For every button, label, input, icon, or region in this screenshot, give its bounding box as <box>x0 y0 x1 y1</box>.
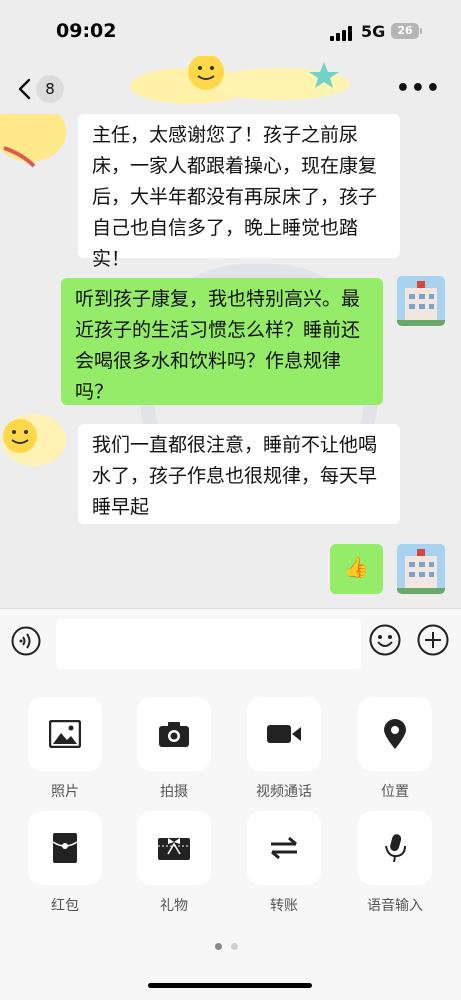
chat-area[interactable]: 主任，太感谢您了！孩子之前尿床，一家人都跟着操心，现在康复后，大半年都没有再尿床… <box>0 114 461 608</box>
my-avatar[interactable] <box>397 276 445 326</box>
panel-item-voice-input[interactable]: 语音输入 <box>340 811 450 915</box>
panel-item-label: 礼物 <box>160 898 188 914</box>
message-input[interactable] <box>56 619 361 669</box>
thumbs-up-emoji: 👍 <box>344 555 369 579</box>
message-bubble-incoming[interactable]: 我们一直都很注意，睡前不让他喝水了，孩子作息也很规律，每天早睡早起 <box>78 424 400 524</box>
panel-item-label: 转账 <box>270 898 298 914</box>
red-packet-icon <box>52 833 78 863</box>
gift-icon <box>158 838 190 860</box>
voice-input-icon <box>385 834 406 863</box>
panel-item-label: 红包 <box>51 898 79 914</box>
home-indicator <box>148 983 312 988</box>
panel-item-gift[interactable]: 礼物 <box>119 811 229 915</box>
message-text: 主任，太感谢您了！孩子之前尿床，一家人都跟着操心，现在康复后，大半年都没有再尿床… <box>92 124 378 270</box>
hospital-building-image <box>397 544 445 594</box>
message-text: 我们一直都很注意，睡前不让他喝水了，孩子作息也很规律，每天早睡早起 <box>92 434 378 518</box>
transfer-icon <box>271 836 297 860</box>
unread-count-badge[interactable]: 8 <box>36 75 64 103</box>
contact-avatar[interactable] <box>0 406 70 470</box>
panel-item-label: 照片 <box>51 784 79 800</box>
my-avatar[interactable] <box>397 544 445 594</box>
battery-icon: 26 <box>391 23 422 39</box>
plus-icon[interactable] <box>417 624 449 656</box>
hospital-building-image <box>397 276 445 326</box>
panel-item-label: 视频通话 <box>256 784 312 800</box>
panel-item-transfer[interactable]: 转账 <box>229 811 339 915</box>
more-options-icon[interactable]: ••• <box>396 76 441 101</box>
panel-item-camera[interactable]: 拍摄 <box>119 697 229 801</box>
panel-item-photo[interactable]: 照片 <box>10 697 120 801</box>
panel-item-label: 拍摄 <box>160 784 188 800</box>
panel-item-label: 语音输入 <box>367 898 423 914</box>
message-bubble-outgoing[interactable]: 听到孩子康复，我也特别高兴。最近孩子的生活习惯怎么样？睡前还会喝很多水和饮料吗？… <box>61 278 383 405</box>
header-sticker-decoration <box>130 56 350 104</box>
chat-header: 8 ••• <box>0 56 461 114</box>
voice-mode-icon[interactable] <box>11 626 41 656</box>
camera-icon <box>159 722 189 747</box>
photo-icon <box>49 720 81 748</box>
status-bar: 09:02 5G 26 <box>0 0 461 64</box>
message-bubble-outgoing[interactable]: 👍 <box>330 544 383 594</box>
panel-item-red-packet[interactable]: 红包 <box>10 811 120 915</box>
network-type: 5G <box>361 22 386 41</box>
input-bar <box>0 608 461 677</box>
more-functions-panel: 照片 拍摄 视频通话 位置 红包 礼物 转账 语音输入 <box>0 677 461 1000</box>
emoji-icon[interactable] <box>369 624 401 656</box>
location-icon <box>384 719 406 749</box>
status-time: 09:02 <box>56 20 117 42</box>
contact-avatar[interactable] <box>0 114 75 174</box>
message-text: 听到孩子康复，我也特别高兴。最近孩子的生活习惯怎么样？睡前还会喝很多水和饮料吗？… <box>75 288 361 403</box>
video-call-icon <box>267 725 301 743</box>
panel-item-video-call[interactable]: 视频通话 <box>229 697 339 801</box>
page-indicator <box>215 935 247 954</box>
signal-icon <box>330 26 354 41</box>
message-bubble-incoming[interactable]: 主任，太感谢您了！孩子之前尿床，一家人都跟着操心，现在康复后，大半年都没有再尿床… <box>78 114 400 270</box>
panel-item-label: 位置 <box>381 784 409 800</box>
panel-item-location[interactable]: 位置 <box>340 697 450 801</box>
